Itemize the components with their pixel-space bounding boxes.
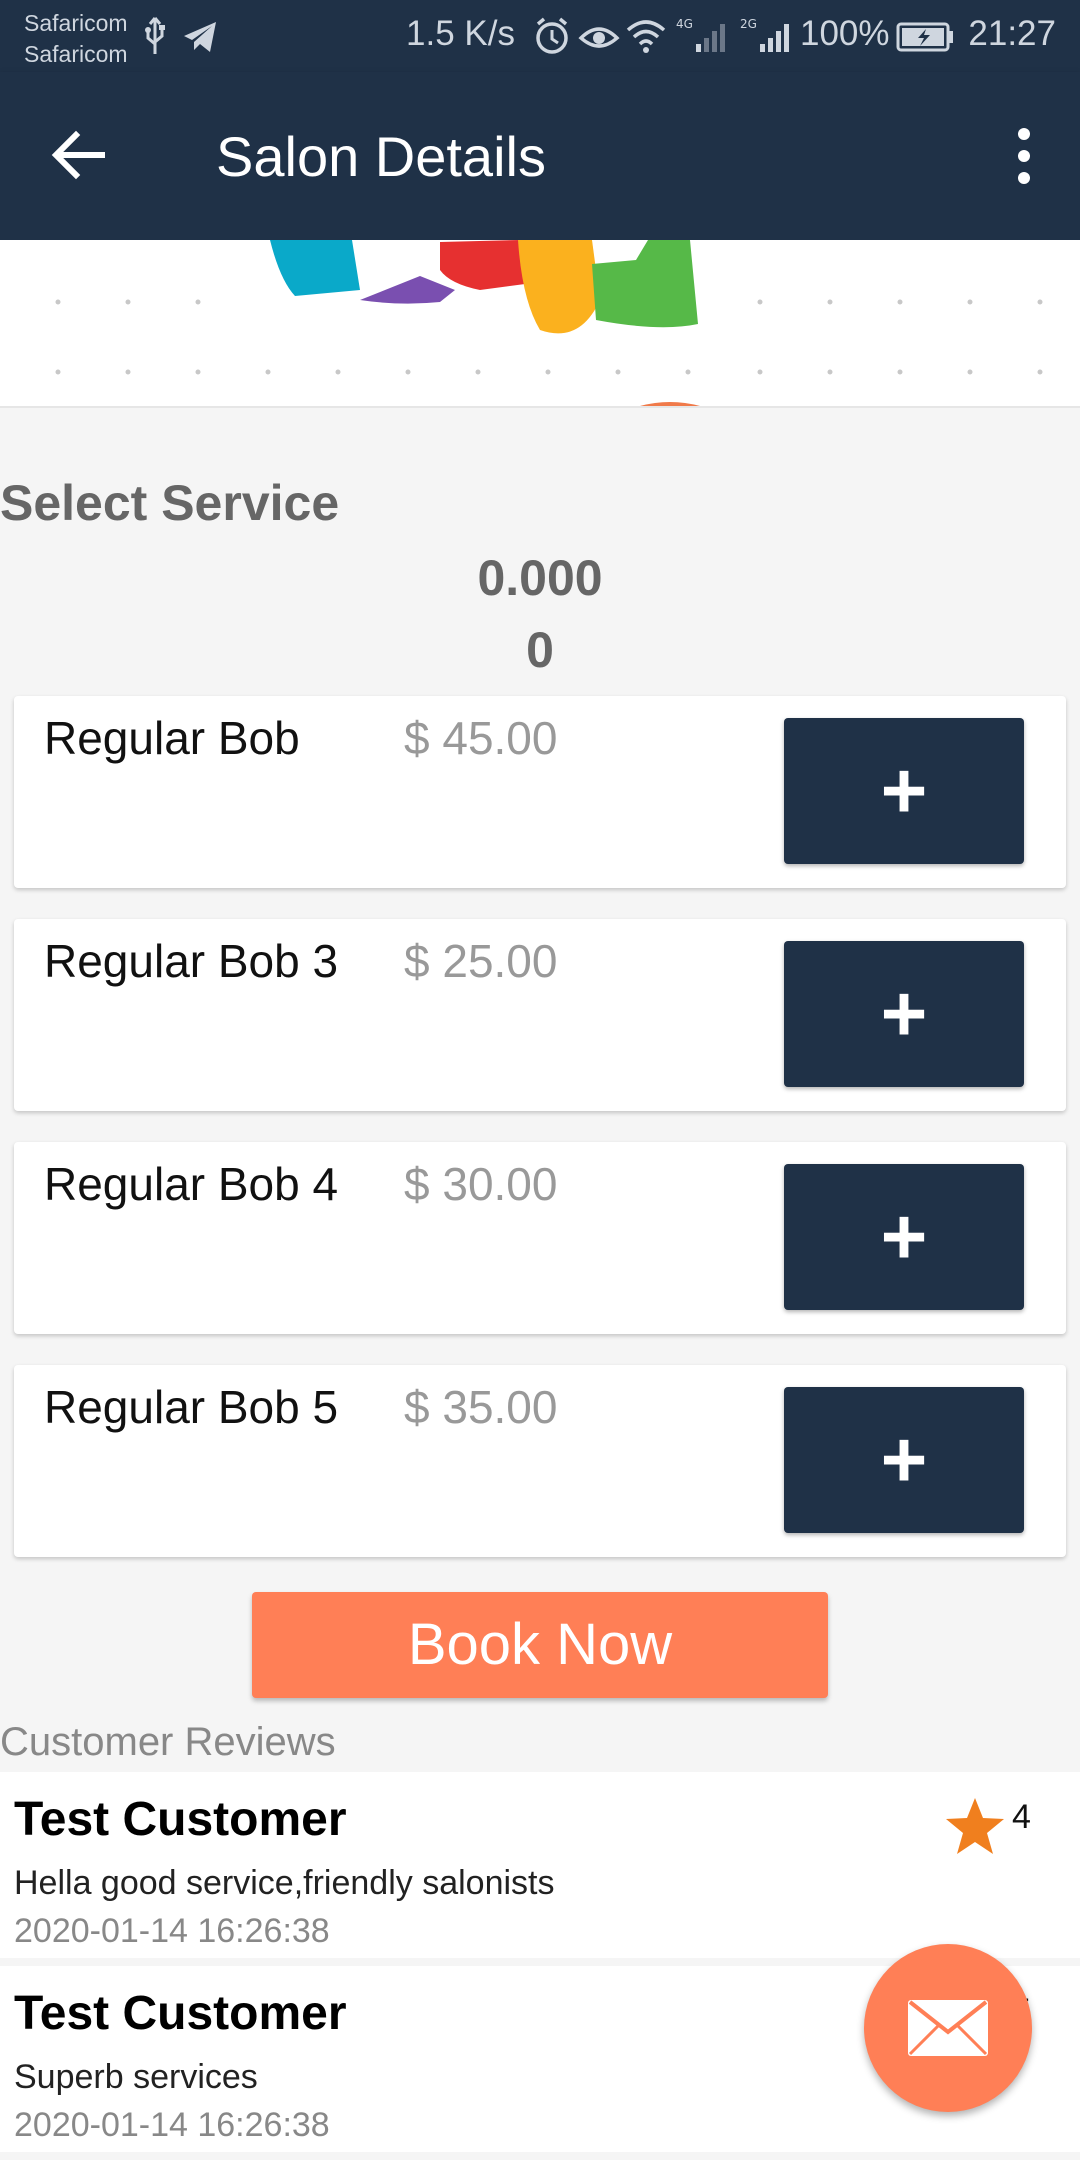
service-card: Regular Bob 5 $ 35.00 + <box>14 1365 1066 1557</box>
overflow-menu-icon[interactable] <box>996 118 1052 194</box>
mail-icon <box>908 2000 988 2056</box>
service-name: Regular Bob 3 <box>44 935 339 987</box>
battery-percent: 100% <box>800 14 890 53</box>
review-text: Superb services <box>14 2058 258 2096</box>
total-amount-line1: 0.000 <box>477 550 603 606</box>
total-amount-line2: 0 <box>526 622 554 678</box>
signal-4g-icon: 4G <box>676 17 725 52</box>
carrier-2: Safaricom <box>24 41 128 67</box>
customer-reviews-heading: Customer Reviews <box>0 1720 336 1764</box>
service-name: Regular Bob 4 <box>44 1158 339 1210</box>
svg-text:4G: 4G <box>676 17 693 31</box>
clock: 21:27 <box>968 14 1056 53</box>
service-name: Regular Bob 5 <box>44 1381 339 1433</box>
status-bar: Safaricom Safaricom 1.5 K/s 4G 2G 100% 2… <box>0 0 1080 72</box>
message-fab-button[interactable] <box>864 1944 1032 2112</box>
svg-text:2G: 2G <box>740 17 757 31</box>
service-card: Regular Bob $ 45.00 + <box>14 696 1066 888</box>
reviewer-name: Test Customer <box>14 1793 347 1846</box>
add-service-button[interactable]: + <box>784 718 1024 864</box>
service-name: Regular Bob <box>44 712 300 764</box>
review-rating: 4 <box>1012 1798 1031 1836</box>
carrier-labels: Safaricom Safaricom <box>24 8 128 70</box>
page-title: Salon Details <box>216 125 546 188</box>
book-now-button[interactable]: Book Now <box>252 1592 828 1698</box>
salon-logo-graphic <box>55 240 1043 406</box>
review-item: Test Customer Hella good service,friendl… <box>0 1772 1080 1958</box>
star-icon <box>946 1798 1004 1854</box>
service-card: Regular Bob 4 $ 30.00 + <box>14 1142 1066 1334</box>
add-service-button[interactable]: + <box>784 941 1024 1087</box>
telegram-icon <box>184 22 216 52</box>
add-service-button[interactable]: + <box>784 1164 1024 1310</box>
signal-2g-icon: 2G <box>740 17 789 52</box>
service-card: Regular Bob 3 $ 25.00 + <box>14 919 1066 1111</box>
app-bar: Salon Details <box>0 72 1080 240</box>
reviewer-name: Test Customer <box>14 1987 347 2040</box>
service-price: $ 45.00 <box>404 712 558 764</box>
service-price: $ 30.00 <box>404 1158 558 1210</box>
select-service-heading: Select Service <box>0 475 340 531</box>
service-price: $ 25.00 <box>404 935 558 987</box>
battery-icon <box>896 22 953 52</box>
back-arrow-icon[interactable] <box>46 120 116 190</box>
usb-icon <box>145 17 165 54</box>
add-service-button[interactable]: + <box>784 1387 1024 1533</box>
alarm-icon <box>536 17 568 54</box>
review-date: 2020-01-14 16:26:38 <box>14 1912 330 1950</box>
salon-banner-image <box>0 240 1080 408</box>
carrier-1: Safaricom <box>24 10 128 36</box>
eye-icon <box>578 27 620 48</box>
wifi-icon <box>626 20 666 53</box>
review-date: 2020-01-14 16:26:38 <box>14 2106 330 2144</box>
service-price: $ 35.00 <box>404 1381 558 1433</box>
review-text: Hella good service,friendly salonists <box>14 1864 555 1902</box>
network-speed: 1.5 K/s <box>406 14 515 53</box>
